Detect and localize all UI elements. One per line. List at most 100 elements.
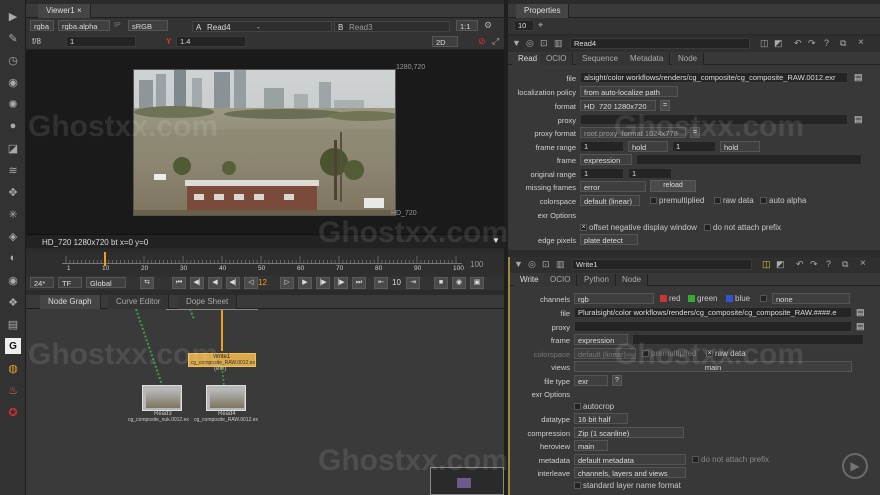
float-icon[interactable]: ⧉	[842, 259, 848, 270]
fstop-label[interactable]: f/8	[32, 37, 41, 46]
aperture-icon[interactable]: ✺	[5, 96, 21, 112]
step-value[interactable]: 10	[392, 278, 401, 287]
a-input-dropdown[interactable]: Read4	[207, 23, 231, 32]
b-input-dropdown[interactable]: Read3	[349, 23, 373, 32]
tab-python[interactable]: Python	[578, 274, 616, 286]
write-colorspace-dropdown[interactable]: default (linear)	[574, 348, 636, 359]
file-type-dropdown[interactable]: exr	[574, 375, 608, 386]
zoom-dropdown[interactable]: 1:1	[456, 20, 478, 31]
frame-start-field[interactable]: 1	[580, 141, 624, 152]
proxy-browse-icon[interactable]: ▤	[854, 114, 863, 125]
float-icon[interactable]: ⧉	[840, 38, 846, 49]
redo-icon[interactable]: ↷	[808, 38, 816, 49]
standard-layer-checkbox[interactable]: standard layer name format	[574, 481, 681, 490]
play-icon[interactable]: ▶	[298, 277, 312, 289]
offset-negative-checkbox[interactable]: × offset negative display window	[580, 223, 697, 232]
frame-field[interactable]: 1	[66, 36, 136, 47]
file-type-help-button[interactable]: ?	[612, 375, 622, 386]
collapse-icon[interactable]: ▼	[514, 259, 523, 269]
roi-icon[interactable]: ⊘	[478, 36, 486, 47]
file-browse-icon[interactable]: ▤	[854, 72, 863, 83]
toolsets-icon[interactable]: ▤	[5, 316, 21, 332]
tab-dope-sheet[interactable]: Dope Sheet	[178, 295, 238, 309]
views-icon[interactable]: ◉	[5, 272, 21, 288]
tab-write-ocio[interactable]: OCIO	[544, 274, 578, 286]
furnace-icon[interactable]: ◍	[5, 360, 21, 376]
green-checkbox[interactable]: green	[688, 294, 717, 303]
tab-metadata[interactable]: Metadata	[624, 53, 671, 65]
autocrop-checkbox[interactable]: autocrop	[574, 402, 614, 411]
undo-icon[interactable]: ↶	[794, 38, 802, 49]
properties-tab[interactable]: Properties	[516, 4, 570, 18]
localization-dropdown[interactable]: from auto-localize path	[580, 86, 678, 97]
loop-icon[interactable]: ⇆	[140, 277, 154, 289]
first-frame-icon[interactable]: ⏮	[172, 277, 186, 289]
auto-alpha-checkbox[interactable]: auto alpha	[760, 196, 806, 205]
red-checkbox[interactable]: red	[660, 294, 681, 303]
next-frame-icon[interactable]: ▷	[280, 277, 294, 289]
tf-dropdown[interactable]: TF	[58, 277, 82, 288]
global-dropdown[interactable]: Global	[86, 277, 126, 288]
write1-node[interactable]: Write1 cg_composite_RAW.0012.ex	[188, 353, 256, 367]
play-back-icon[interactable]: ◀	[208, 277, 222, 289]
color-icon[interactable]: ▥	[554, 38, 563, 49]
tab-curve-editor[interactable]: Curve Editor	[108, 295, 170, 309]
read4-name-field[interactable]: Read4	[570, 38, 750, 49]
layers-icon[interactable]: ≋	[5, 162, 21, 178]
composite-op-dropdown[interactable]: -	[257, 23, 260, 32]
help-icon[interactable]: ?	[826, 259, 831, 269]
proxy-format-dropdown[interactable]: root.proxy_format 1024x778	[580, 127, 686, 138]
colorspace-dropdown[interactable]: default (linear)	[580, 195, 640, 206]
orig-end-field[interactable]: 1	[628, 168, 672, 179]
no-prefix-checkbox[interactable]: do not attach prefix	[704, 223, 781, 232]
particle-icon[interactable]: ◈	[5, 228, 21, 244]
format-dropdown[interactable]: HD_720 1280x720	[580, 100, 656, 111]
read-file-field[interactable]: alsight/color workflows/renders/cg_compo…	[580, 72, 848, 83]
center-icon[interactable]: ⊡	[542, 259, 550, 270]
nukex-icon[interactable]: ✪	[5, 404, 21, 420]
after-dropdown[interactable]: hold	[720, 141, 760, 152]
close-panel-icon[interactable]: ×	[858, 37, 864, 48]
transform-icon[interactable]: ✥	[5, 184, 21, 200]
alpha-checkbox[interactable]	[760, 294, 769, 303]
3d-icon[interactable]: ✳	[5, 206, 21, 222]
datatype-dropdown[interactable]: 16 bit half	[574, 413, 628, 424]
channels-dropdown[interactable]: rgb	[574, 293, 654, 304]
next-key-icon[interactable]: |▶	[334, 277, 348, 289]
close-icon[interactable]: ×	[77, 6, 82, 15]
fps-dropdown[interactable]: 24*	[30, 277, 54, 288]
read4-node[interactable]	[206, 385, 246, 411]
tab-node[interactable]: Node	[672, 53, 705, 65]
raw-data-checkbox[interactable]: raw data	[714, 196, 754, 205]
node-graph-canvas[interactable]: Write1 cg_composite_RAW.0012.ex (exr) Re…	[26, 309, 504, 495]
frame-expression-field[interactable]	[636, 154, 862, 165]
write1-name-field[interactable]: Write1	[572, 259, 752, 270]
tab-ocio[interactable]: OCIO	[540, 53, 574, 65]
play-overlay-icon[interactable]: ▶	[842, 453, 868, 479]
before-dropdown[interactable]: hold	[628, 141, 668, 152]
step-back-icon[interactable]: ◀|	[226, 277, 240, 289]
alpha-dropdown[interactable]: rgba.alpha	[58, 20, 110, 31]
view-mode-dropdown[interactable]: 2D	[432, 36, 458, 47]
pin-icon[interactable]: ⌖	[538, 20, 543, 31]
visibility-icon[interactable]: ◎	[526, 38, 534, 49]
navigator-minimap[interactable]	[430, 467, 504, 495]
write-premultiplied-checkbox[interactable]: premultiplied	[642, 349, 696, 358]
clock-icon[interactable]: ◷	[5, 52, 21, 68]
channels-dropdown[interactable]: rgba	[30, 20, 54, 31]
chevron-down-icon[interactable]: ▼	[492, 236, 500, 245]
help-icon[interactable]: ?	[824, 38, 829, 48]
record-icon[interactable]: ◉	[452, 277, 466, 289]
skip-back-icon[interactable]: ⇤	[374, 277, 388, 289]
close-panel-icon[interactable]: ×	[860, 258, 866, 269]
tab-write-node[interactable]: Node	[616, 274, 649, 286]
undo-icon[interactable]: ↶	[796, 259, 804, 270]
redo-icon[interactable]: ↷	[810, 259, 818, 270]
write-proxy-browse-icon[interactable]: ▤	[856, 321, 865, 332]
tab-node-graph[interactable]: Node Graph	[40, 295, 101, 309]
viewer-canvas[interactable]: 1280,720 HD_720	[26, 50, 504, 234]
prev-key-icon[interactable]: ◀|	[190, 277, 204, 289]
deep-icon[interactable]: ◐	[5, 250, 21, 266]
blue-checkbox[interactable]: blue	[726, 294, 750, 303]
color-icon[interactable]: ▥	[556, 259, 565, 270]
